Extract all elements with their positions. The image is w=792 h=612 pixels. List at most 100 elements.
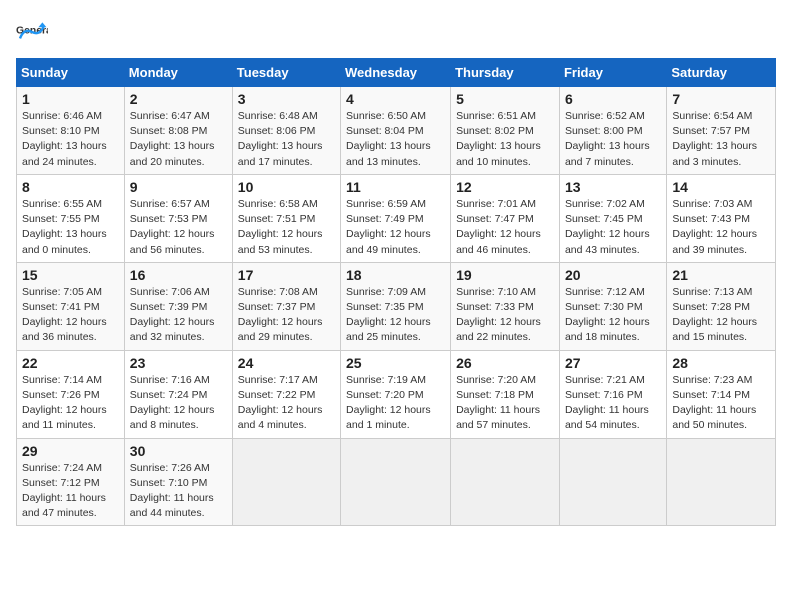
day-info: Sunrise: 7:24 AM Sunset: 7:12 PM Dayligh…: [22, 461, 119, 522]
day-info: Sunrise: 6:47 AM Sunset: 8:08 PM Dayligh…: [130, 109, 227, 170]
day-info: Sunrise: 7:06 AM Sunset: 7:39 PM Dayligh…: [130, 285, 227, 346]
day-cell-10: 10 Sunrise: 6:58 AM Sunset: 7:51 PM Dayl…: [232, 174, 340, 262]
day-cell-3: 3 Sunrise: 6:48 AM Sunset: 8:06 PM Dayli…: [232, 87, 340, 175]
day-cell-22: 22 Sunrise: 7:14 AM Sunset: 7:26 PM Dayl…: [17, 350, 125, 438]
day-number: 2: [130, 91, 227, 107]
day-cell-26: 26 Sunrise: 7:20 AM Sunset: 7:18 PM Dayl…: [451, 350, 560, 438]
day-cell-empty: [667, 438, 776, 526]
day-info: Sunrise: 7:12 AM Sunset: 7:30 PM Dayligh…: [565, 285, 661, 346]
day-info: Sunrise: 6:50 AM Sunset: 8:04 PM Dayligh…: [346, 109, 445, 170]
col-wednesday: Wednesday: [341, 59, 451, 87]
day-number: 30: [130, 443, 227, 459]
day-cell-20: 20 Sunrise: 7:12 AM Sunset: 7:30 PM Dayl…: [559, 262, 666, 350]
day-info: Sunrise: 6:57 AM Sunset: 7:53 PM Dayligh…: [130, 197, 227, 258]
day-info: Sunrise: 6:59 AM Sunset: 7:49 PM Dayligh…: [346, 197, 445, 258]
day-number: 23: [130, 355, 227, 371]
week-row-4: 22 Sunrise: 7:14 AM Sunset: 7:26 PM Dayl…: [17, 350, 776, 438]
day-number: 21: [672, 267, 770, 283]
day-info: Sunrise: 6:54 AM Sunset: 7:57 PM Dayligh…: [672, 109, 770, 170]
day-number: 1: [22, 91, 119, 107]
day-info: Sunrise: 7:05 AM Sunset: 7:41 PM Dayligh…: [22, 285, 119, 346]
header-row: Sunday Monday Tuesday Wednesday Thursday…: [17, 59, 776, 87]
day-cell-19: 19 Sunrise: 7:10 AM Sunset: 7:33 PM Dayl…: [451, 262, 560, 350]
day-number: 14: [672, 179, 770, 195]
day-number: 25: [346, 355, 445, 371]
day-number: 6: [565, 91, 661, 107]
calendar-table: Sunday Monday Tuesday Wednesday Thursday…: [16, 58, 776, 526]
day-info: Sunrise: 7:09 AM Sunset: 7:35 PM Dayligh…: [346, 285, 445, 346]
col-monday: Monday: [124, 59, 232, 87]
page-header: General: [16, 16, 776, 48]
day-number: 19: [456, 267, 554, 283]
day-info: Sunrise: 7:26 AM Sunset: 7:10 PM Dayligh…: [130, 461, 227, 522]
day-cell-28: 28 Sunrise: 7:23 AM Sunset: 7:14 PM Dayl…: [667, 350, 776, 438]
col-thursday: Thursday: [451, 59, 560, 87]
day-cell-17: 17 Sunrise: 7:08 AM Sunset: 7:37 PM Dayl…: [232, 262, 340, 350]
day-cell-empty: [341, 438, 451, 526]
day-info: Sunrise: 7:16 AM Sunset: 7:24 PM Dayligh…: [130, 373, 227, 434]
day-cell-8: 8 Sunrise: 6:55 AM Sunset: 7:55 PM Dayli…: [17, 174, 125, 262]
day-number: 28: [672, 355, 770, 371]
day-number: 7: [672, 91, 770, 107]
day-cell-7: 7 Sunrise: 6:54 AM Sunset: 7:57 PM Dayli…: [667, 87, 776, 175]
week-row-1: 1 Sunrise: 6:46 AM Sunset: 8:10 PM Dayli…: [17, 87, 776, 175]
day-cell-27: 27 Sunrise: 7:21 AM Sunset: 7:16 PM Dayl…: [559, 350, 666, 438]
day-info: Sunrise: 7:03 AM Sunset: 7:43 PM Dayligh…: [672, 197, 770, 258]
day-number: 29: [22, 443, 119, 459]
day-cell-12: 12 Sunrise: 7:01 AM Sunset: 7:47 PM Dayl…: [451, 174, 560, 262]
day-cell-24: 24 Sunrise: 7:17 AM Sunset: 7:22 PM Dayl…: [232, 350, 340, 438]
day-cell-18: 18 Sunrise: 7:09 AM Sunset: 7:35 PM Dayl…: [341, 262, 451, 350]
day-number: 13: [565, 179, 661, 195]
day-number: 16: [130, 267, 227, 283]
day-number: 4: [346, 91, 445, 107]
day-cell-empty: [232, 438, 340, 526]
day-cell-16: 16 Sunrise: 7:06 AM Sunset: 7:39 PM Dayl…: [124, 262, 232, 350]
day-info: Sunrise: 6:58 AM Sunset: 7:51 PM Dayligh…: [238, 197, 335, 258]
day-number: 5: [456, 91, 554, 107]
day-info: Sunrise: 7:14 AM Sunset: 7:26 PM Dayligh…: [22, 373, 119, 434]
day-number: 17: [238, 267, 335, 283]
day-cell-15: 15 Sunrise: 7:05 AM Sunset: 7:41 PM Dayl…: [17, 262, 125, 350]
day-cell-23: 23 Sunrise: 7:16 AM Sunset: 7:24 PM Dayl…: [124, 350, 232, 438]
day-number: 3: [238, 91, 335, 107]
day-cell-25: 25 Sunrise: 7:19 AM Sunset: 7:20 PM Dayl…: [341, 350, 451, 438]
day-number: 12: [456, 179, 554, 195]
day-info: Sunrise: 7:19 AM Sunset: 7:20 PM Dayligh…: [346, 373, 445, 434]
day-cell-29: 29 Sunrise: 7:24 AM Sunset: 7:12 PM Dayl…: [17, 438, 125, 526]
day-info: Sunrise: 7:02 AM Sunset: 7:45 PM Dayligh…: [565, 197, 661, 258]
day-number: 24: [238, 355, 335, 371]
day-info: Sunrise: 6:46 AM Sunset: 8:10 PM Dayligh…: [22, 109, 119, 170]
day-info: Sunrise: 6:51 AM Sunset: 8:02 PM Dayligh…: [456, 109, 554, 170]
day-cell-5: 5 Sunrise: 6:51 AM Sunset: 8:02 PM Dayli…: [451, 87, 560, 175]
day-cell-21: 21 Sunrise: 7:13 AM Sunset: 7:28 PM Dayl…: [667, 262, 776, 350]
day-info: Sunrise: 7:01 AM Sunset: 7:47 PM Dayligh…: [456, 197, 554, 258]
day-number: 27: [565, 355, 661, 371]
day-number: 9: [130, 179, 227, 195]
day-cell-2: 2 Sunrise: 6:47 AM Sunset: 8:08 PM Dayli…: [124, 87, 232, 175]
day-number: 10: [238, 179, 335, 195]
logo-icon: General: [16, 16, 48, 48]
day-cell-1: 1 Sunrise: 6:46 AM Sunset: 8:10 PM Dayli…: [17, 87, 125, 175]
day-info: Sunrise: 7:23 AM Sunset: 7:14 PM Dayligh…: [672, 373, 770, 434]
day-info: Sunrise: 6:52 AM Sunset: 8:00 PM Dayligh…: [565, 109, 661, 170]
logo: General: [16, 16, 52, 48]
day-number: 11: [346, 179, 445, 195]
col-tuesday: Tuesday: [232, 59, 340, 87]
day-info: Sunrise: 7:13 AM Sunset: 7:28 PM Dayligh…: [672, 285, 770, 346]
col-sunday: Sunday: [17, 59, 125, 87]
day-info: Sunrise: 7:20 AM Sunset: 7:18 PM Dayligh…: [456, 373, 554, 434]
day-info: Sunrise: 7:17 AM Sunset: 7:22 PM Dayligh…: [238, 373, 335, 434]
col-saturday: Saturday: [667, 59, 776, 87]
day-info: Sunrise: 7:21 AM Sunset: 7:16 PM Dayligh…: [565, 373, 661, 434]
day-info: Sunrise: 7:08 AM Sunset: 7:37 PM Dayligh…: [238, 285, 335, 346]
day-cell-11: 11 Sunrise: 6:59 AM Sunset: 7:49 PM Dayl…: [341, 174, 451, 262]
day-number: 8: [22, 179, 119, 195]
day-cell-13: 13 Sunrise: 7:02 AM Sunset: 7:45 PM Dayl…: [559, 174, 666, 262]
day-number: 20: [565, 267, 661, 283]
day-cell-30: 30 Sunrise: 7:26 AM Sunset: 7:10 PM Dayl…: [124, 438, 232, 526]
day-number: 22: [22, 355, 119, 371]
day-number: 26: [456, 355, 554, 371]
day-number: 18: [346, 267, 445, 283]
day-cell-empty: [559, 438, 666, 526]
col-friday: Friday: [559, 59, 666, 87]
